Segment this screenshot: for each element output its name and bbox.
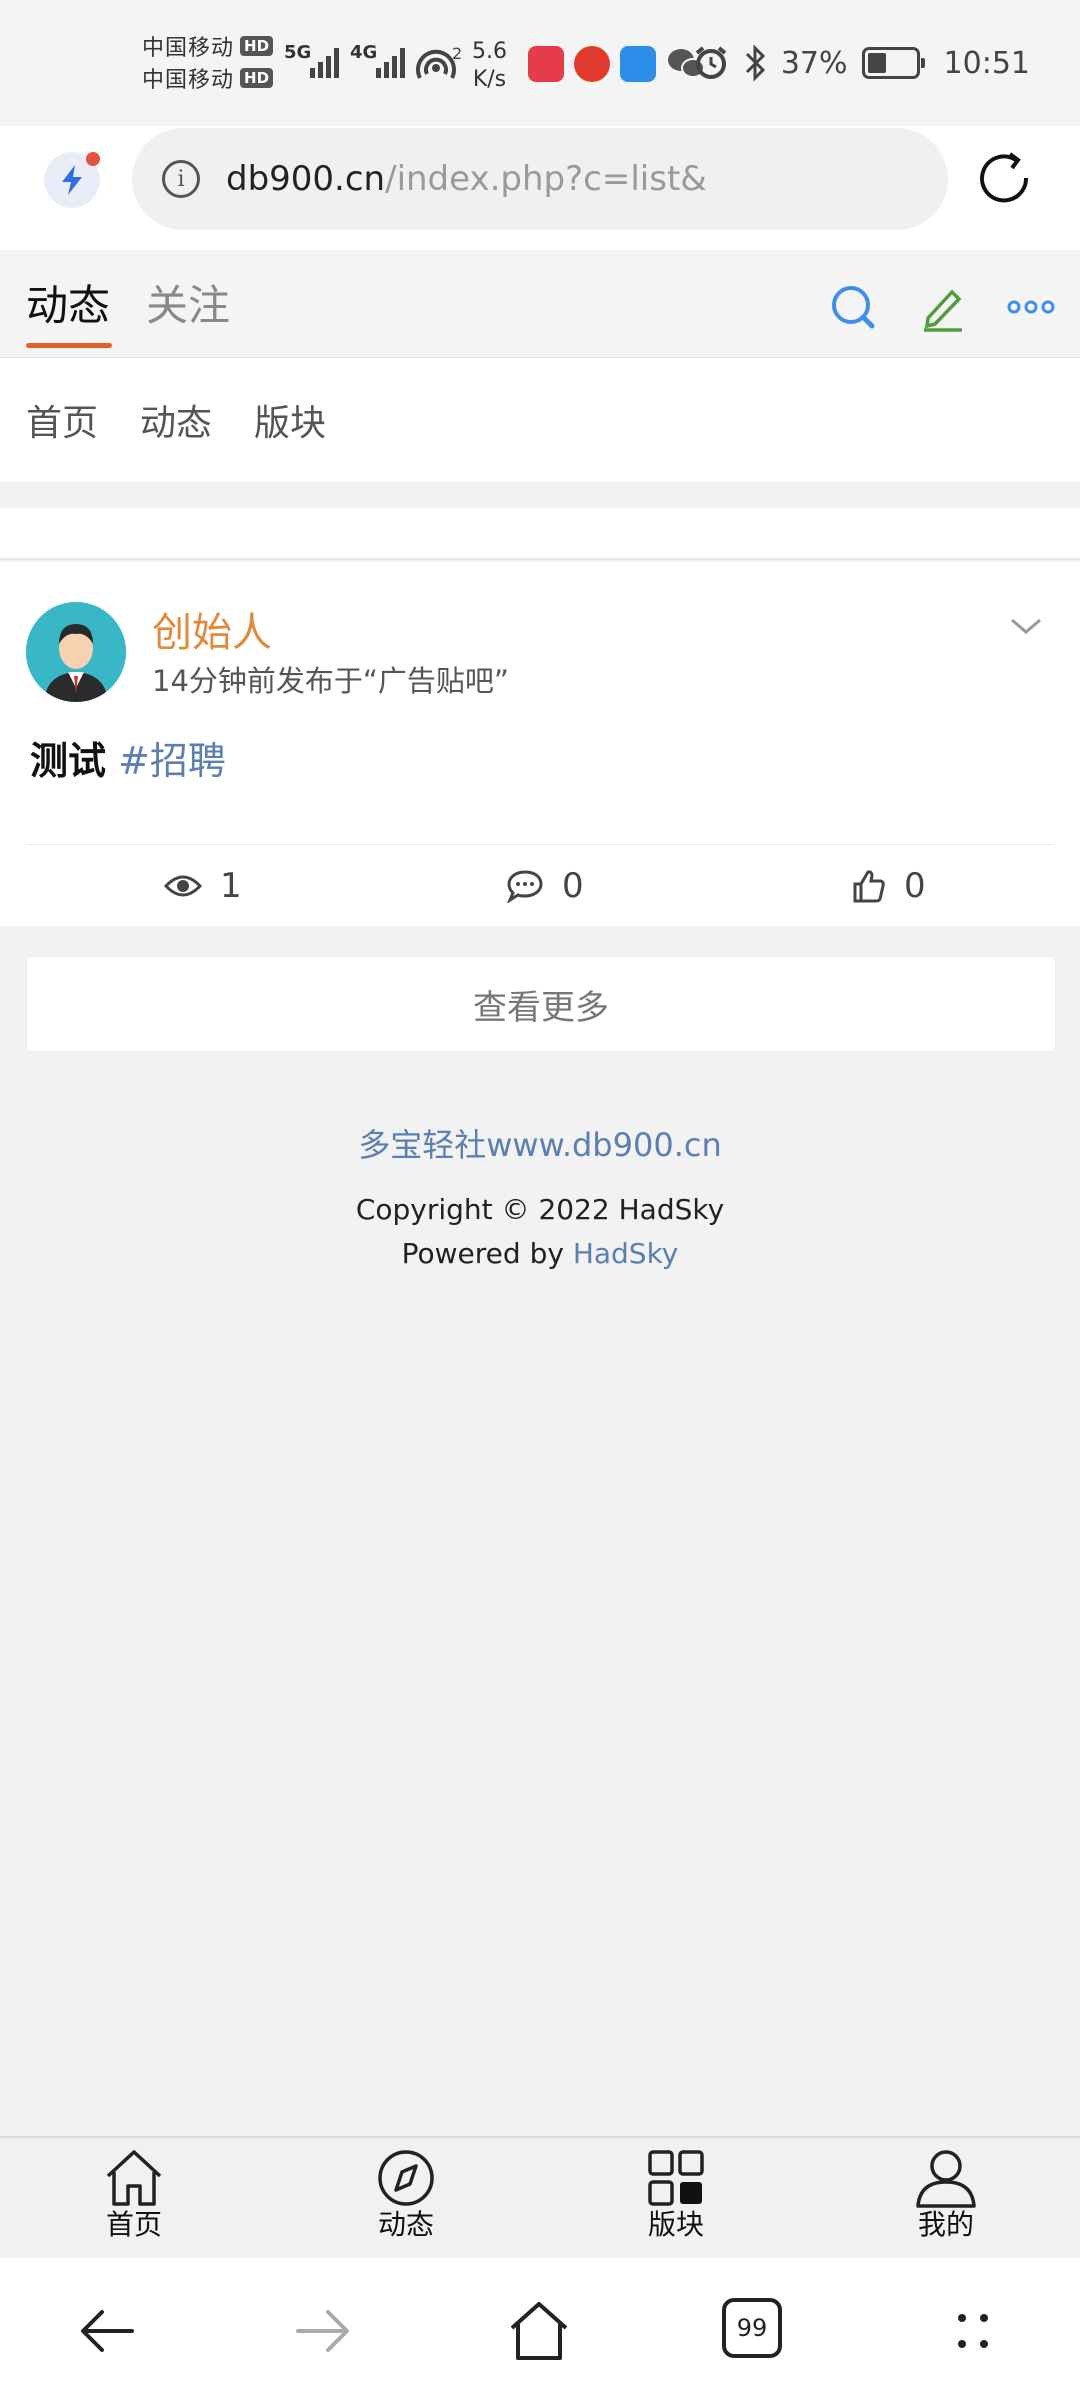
likes-stat[interactable]: 0 [852, 846, 926, 926]
status-bar: 中国移动 HD 中国移动 HD 5G 4G 2 5.6 K/s 37% 10:5… [0, 0, 1080, 126]
tabbar-dynamic-label: 动态 [377, 2208, 434, 2241]
comments-count: 0 [562, 866, 584, 906]
breadcrumb-nav: 首页 动态 版块 [0, 358, 1080, 482]
comments-stat[interactable]: 0 [506, 846, 584, 926]
app-header: 动态 关注 [0, 250, 1080, 358]
network-5g-label: 5G [284, 42, 312, 63]
hd-badge-1: HD [240, 36, 274, 56]
address-bar[interactable]: i db900.cn/index.php?c=list& [132, 128, 948, 230]
status-right: 37% 10:51 [693, 44, 1030, 82]
tab-dynamic[interactable]: 动态 [26, 272, 112, 358]
view-more-button[interactable]: 查看更多 [26, 956, 1056, 1052]
footer-powered: Powered by HadSky [0, 1232, 1080, 1276]
tab-follow-label: 关注 [146, 281, 231, 330]
post-content[interactable]: 测试 #招聘 [30, 730, 226, 785]
alarm-icon [695, 46, 727, 79]
hd-badge-2: HD [240, 68, 274, 88]
thumbs-up-icon [853, 870, 885, 903]
tabs-counter-button[interactable]: 99 [722, 2298, 782, 2358]
system-nav-bar: 99 [0, 2258, 1080, 2400]
clock: 10:51 [943, 45, 1030, 81]
url-text[interactable]: db900.cn/index.php?c=list& [226, 159, 707, 199]
carrier-info: 中国移动 HD 中国移动 HD [142, 30, 282, 100]
tabbar-mine[interactable]: 我的 [876, 2148, 1016, 2242]
subnav-forum[interactable]: 版块 [254, 394, 326, 446]
info-icon[interactable]: i [162, 160, 200, 198]
speed-unit: K/s [472, 67, 507, 92]
speed-mode-button[interactable] [44, 152, 100, 208]
carrier-name-2: 中国移动 [142, 68, 235, 93]
comment-icon [507, 870, 543, 903]
footer-copyright: Copyright © 2022 HadSky [355, 1193, 725, 1226]
bluetooth-icon [745, 44, 765, 82]
user-icon [916, 2150, 976, 2208]
tabs-count: 99 [736, 2314, 768, 2342]
section-spacer [0, 508, 1080, 560]
signal-5g-icon [310, 46, 339, 78]
home-icon [106, 2150, 162, 2206]
subnav-home[interactable]: 首页 [26, 394, 98, 446]
tabbar-dynamic[interactable]: 动态 [336, 2148, 476, 2242]
post-meta: 14分钟前发布于“广告贴吧” [152, 664, 509, 698]
subnav-dynamic[interactable]: 动态 [140, 394, 212, 446]
likes-count: 0 [904, 866, 926, 906]
compass-icon [378, 2150, 434, 2206]
views-stat[interactable]: 1 [164, 846, 242, 926]
post-divider [26, 844, 1054, 845]
home-nav-icon[interactable] [506, 2298, 572, 2364]
back-arrow-icon[interactable] [74, 2298, 140, 2364]
hotspot-count: 2 [452, 44, 463, 63]
tab-follow[interactable]: 关注 [146, 272, 230, 358]
page-footer: 多宝轻社www.db900.cn Copyright © 2022 HadSky… [0, 1120, 1080, 1276]
network-4g-label: 4G [350, 42, 378, 63]
powered-link[interactable]: HadSky [573, 1237, 679, 1270]
url-path: /index.php?c=list& [385, 159, 707, 199]
tabbar-mine-label: 我的 [917, 2208, 974, 2241]
more-options-icon[interactable] [1006, 282, 1056, 332]
browser-toolbar: i db900.cn/index.php?c=list& [0, 126, 1080, 250]
post-text: 测试 [30, 739, 107, 783]
views-count: 1 [220, 866, 242, 906]
book-app-icon [528, 46, 564, 82]
post-tag[interactable]: #招聘 [118, 739, 226, 783]
avatar[interactable] [26, 602, 126, 702]
tabbar-home[interactable]: 首页 [64, 2148, 204, 2242]
post-card[interactable]: 创始人 14分钟前发布于“广告贴吧” 测试 #招聘 1 0 0 [0, 562, 1080, 926]
menu-dots-icon[interactable] [940, 2298, 1006, 2364]
battery-icon [861, 47, 925, 79]
speed-value: 5.6 [472, 39, 507, 64]
powered-prefix: Powered by [401, 1237, 573, 1270]
tab-active-indicator [26, 343, 112, 348]
bottom-tabbar: 首页 动态 版块 我的 [0, 2136, 1080, 2256]
eye-icon [164, 875, 202, 897]
post-stats: 1 0 0 [0, 846, 1080, 926]
tab-dynamic-label: 动态 [26, 281, 111, 330]
shopping-app-icon [574, 46, 610, 82]
notification-icons [528, 46, 706, 82]
author-name[interactable]: 创始人 [152, 600, 272, 658]
search-icon[interactable] [828, 282, 878, 332]
signal-4g-icon [376, 46, 405, 78]
reload-icon[interactable] [972, 148, 1036, 212]
tabbar-forum-label: 版块 [647, 2208, 704, 2241]
footer-site-link[interactable]: 多宝轻社www.db900.cn [0, 1120, 1080, 1166]
car-app-icon [620, 46, 656, 82]
edit-icon[interactable] [918, 282, 968, 332]
tabbar-home-label: 首页 [105, 2208, 162, 2241]
url-host: db900.cn [226, 159, 386, 199]
tabbar-forum[interactable]: 版块 [606, 2148, 746, 2242]
forward-arrow-icon[interactable] [290, 2298, 356, 2364]
network-speed: 5.6 K/s [472, 38, 507, 94]
avatar-person-icon [26, 602, 126, 702]
battery-percent: 37% [780, 45, 848, 81]
grid-icon [648, 2150, 704, 2206]
carrier-name-1: 中国移动 [142, 36, 235, 61]
chevron-down-icon[interactable] [1008, 614, 1044, 638]
notification-dot [86, 152, 100, 166]
lightning-icon [62, 165, 82, 195]
